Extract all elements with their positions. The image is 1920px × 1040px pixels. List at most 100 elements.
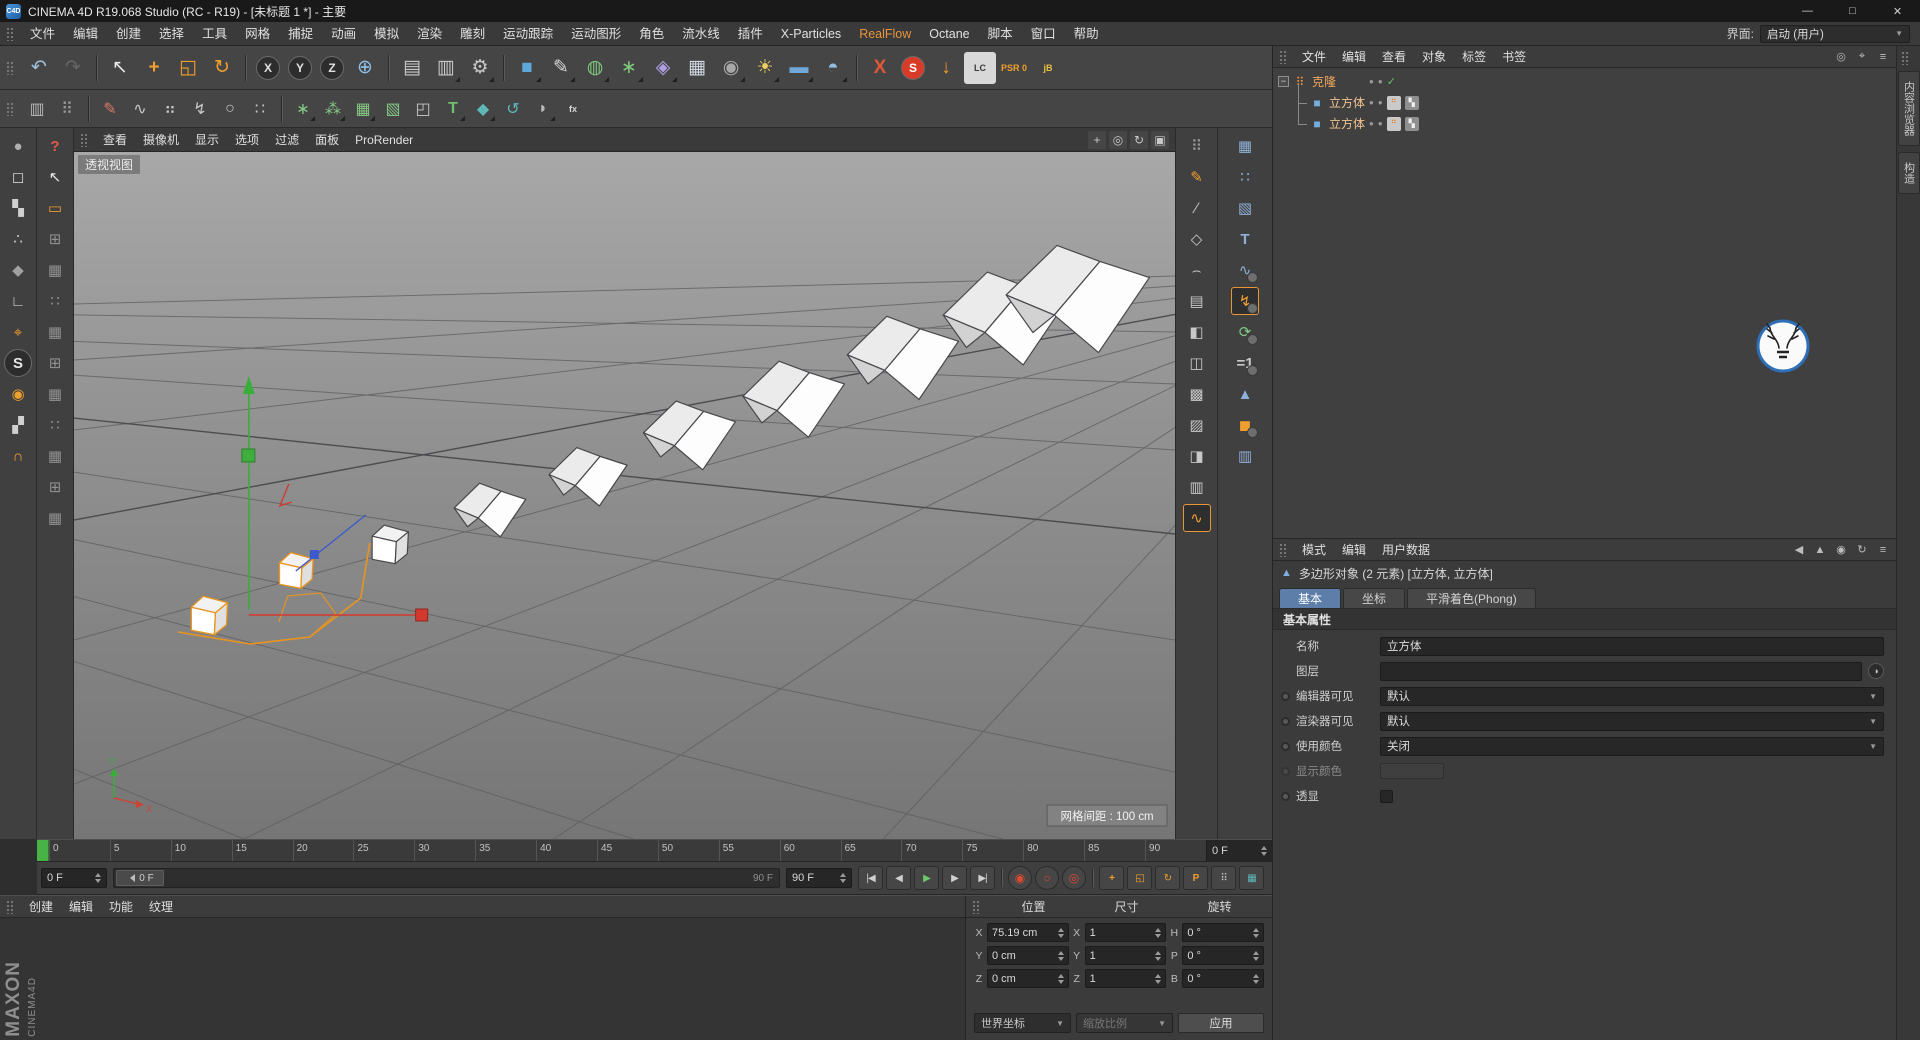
texture-tag-icon[interactable]: ▚: [1404, 95, 1419, 110]
grid-palette-icon-3[interactable]: ▦: [41, 380, 69, 408]
dots-palette-icon[interactable]: ⠿: [1183, 132, 1211, 160]
timeline-scrub-handle[interactable]: 0 F: [116, 870, 164, 886]
material-list-area[interactable]: [0, 918, 965, 1040]
object-manager-menu-item[interactable]: 查看: [1374, 46, 1414, 68]
lock-z-axis-button[interactable]: Z: [320, 55, 344, 80]
material-menu-item[interactable]: 功能: [101, 896, 141, 918]
undo-icon[interactable]: ↶: [23, 52, 55, 84]
object-manager-menu-item[interactable]: 编辑: [1334, 46, 1374, 68]
rotation-h-field[interactable]: 0 °: [1182, 923, 1265, 942]
menu-item[interactable]: Octane: [920, 22, 978, 46]
minimize-button[interactable]: —: [1785, 0, 1830, 22]
atom-array-icon[interactable]: ∗: [289, 95, 317, 123]
make-editable-icon[interactable]: ●: [4, 132, 32, 160]
live-selection-icon[interactable]: ↖: [104, 52, 136, 84]
size-x-field[interactable]: 1: [1084, 923, 1167, 942]
weld-icon[interactable]: ◨: [1183, 442, 1211, 470]
cloner-icon[interactable]: ▦: [1231, 132, 1259, 160]
lock-icon[interactable]: ◉: [1834, 543, 1848, 556]
matrix-icon[interactable]: ∷: [1231, 163, 1259, 191]
menu-item[interactable]: 创建: [107, 22, 150, 46]
spline-pen-icon[interactable]: ✎: [1183, 163, 1211, 191]
menu-item[interactable]: 雕刻: [451, 22, 494, 46]
arc-tool-icon[interactable]: ⌢: [1183, 256, 1211, 284]
coordinate-system-button[interactable]: ⊕: [349, 52, 381, 84]
editor-visibility-dot[interactable]: ●: [1369, 119, 1374, 128]
display-tag-icon[interactable]: ⠛: [1386, 116, 1401, 131]
command-palette-icon[interactable]: ⠿: [53, 95, 81, 123]
render-visibility-dot[interactable]: ●: [1378, 119, 1383, 128]
polygons-mode-icon[interactable]: ◆: [4, 256, 32, 284]
scale-palette-icon[interactable]: ▦: [41, 256, 69, 284]
snap-enable-icon[interactable]: ∩: [4, 442, 32, 470]
material-menu-item[interactable]: 纹理: [141, 896, 181, 918]
anim-dot[interactable]: [1281, 716, 1290, 726]
deformer-button[interactable]: ◈: [647, 52, 679, 84]
pan-view-icon[interactable]: +: [1088, 130, 1106, 149]
next-frame-button[interactable]: ▶: [942, 866, 967, 890]
render-view-button[interactable]: ▤: [396, 52, 428, 84]
instance-icon[interactable]: ▧: [379, 95, 407, 123]
previous-frame-button[interactable]: ◀: [886, 866, 911, 890]
motext-icon[interactable]: T: [1231, 225, 1259, 253]
spin-buttons[interactable]: [840, 870, 846, 886]
menu-item[interactable]: 工具: [193, 22, 236, 46]
viewport-canvas[interactable]: Y X 网格间距 : 100 cm 透视视图: [74, 152, 1175, 839]
menu-item[interactable]: 运动图形: [562, 22, 630, 46]
menu-item[interactable]: 脚本: [979, 22, 1022, 46]
back-icon[interactable]: ◀: [1792, 543, 1806, 556]
cube-object-icon[interactable]: ■: [1309, 96, 1325, 110]
attribute-menu-item[interactable]: 编辑: [1334, 539, 1374, 561]
grid-palette-icon-4[interactable]: ∷: [41, 411, 69, 439]
plain-effector-icon[interactable]: =1: [1231, 349, 1259, 377]
menu-item[interactable]: 角色: [630, 22, 673, 46]
pushapart-effector-icon[interactable]: ◼: [1231, 411, 1259, 439]
menu-item[interactable]: 帮助: [1065, 22, 1108, 46]
drop-to-floor-button[interactable]: ↓: [930, 52, 962, 84]
editor-visibility-dot[interactable]: ●: [1369, 98, 1374, 107]
layout-panes-icon[interactable]: ▥: [23, 95, 51, 123]
polyfx-icon[interactable]: ▲: [1231, 380, 1259, 408]
size-z-field[interactable]: 1: [1084, 969, 1167, 988]
render-visibility-select[interactable]: 默认 ▼: [1380, 711, 1884, 731]
spin-buttons[interactable]: [1057, 971, 1064, 987]
position-y-field[interactable]: 0 cm: [987, 946, 1069, 965]
text-object-icon[interactable]: T: [439, 95, 467, 123]
points-mode-icon[interactable]: ∴: [4, 225, 32, 253]
knife-icon[interactable]: ∕: [1183, 194, 1211, 222]
inner-extrude-icon[interactable]: ◧: [1183, 318, 1211, 346]
drag-handle[interactable]: [6, 26, 15, 41]
position-key-toggle[interactable]: +: [1099, 866, 1124, 890]
menu-item[interactable]: 选择: [150, 22, 193, 46]
object-manager-menu-item[interactable]: 文件: [1294, 46, 1334, 68]
rotation-b-field[interactable]: 0 °: [1182, 969, 1265, 988]
lock-y-axis-button[interactable]: Y: [288, 55, 312, 80]
object-row-cube-2[interactable]: ■ 立方体 ● ● ⠛ ▚: [1273, 113, 1896, 134]
scale-key-toggle[interactable]: ◱: [1127, 866, 1152, 890]
autokeying-button[interactable]: ○: [1035, 866, 1059, 890]
coordinate-space-select[interactable]: 世界坐标 ▼: [974, 1013, 1071, 1033]
cube-object-icon[interactable]: ■: [1309, 117, 1325, 131]
texture-tag-icon[interactable]: ▚: [1404, 116, 1419, 131]
range-start-field[interactable]: 0 F: [41, 868, 107, 888]
lathe-icon[interactable]: ◗: [529, 95, 557, 123]
render-picture-viewer-button[interactable]: ▥: [430, 52, 462, 84]
drag-handle[interactable]: [6, 101, 15, 116]
render-visibility-dot[interactable]: ●: [1378, 98, 1383, 107]
grid-palette-icon-7[interactable]: ▦: [41, 504, 69, 532]
object-manager-menu-item[interactable]: 标签: [1454, 46, 1494, 68]
axis-mode-icon[interactable]: ⌖: [4, 318, 32, 346]
zoom-view-icon[interactable]: ◎: [1109, 130, 1127, 149]
solo-plugin-button[interactable]: S: [901, 55, 925, 80]
menu-item[interactable]: 模拟: [365, 22, 408, 46]
viewport-menu-item[interactable]: 查看: [95, 128, 135, 152]
viewport-menu-item[interactable]: 面板: [307, 128, 347, 152]
maximize-view-icon[interactable]: ▣: [1151, 130, 1169, 149]
bridge-icon[interactable]: ▩: [1183, 380, 1211, 408]
viewport-menu-item[interactable]: 显示: [187, 128, 227, 152]
grid-palette-icon-5[interactable]: ▦: [41, 442, 69, 470]
polygon-pen-icon[interactable]: ◇: [1183, 225, 1211, 253]
maximize-button[interactable]: □: [1830, 0, 1875, 22]
anim-dot[interactable]: [1281, 741, 1290, 751]
lc-plugin-button[interactable]: LC: [964, 51, 996, 84]
